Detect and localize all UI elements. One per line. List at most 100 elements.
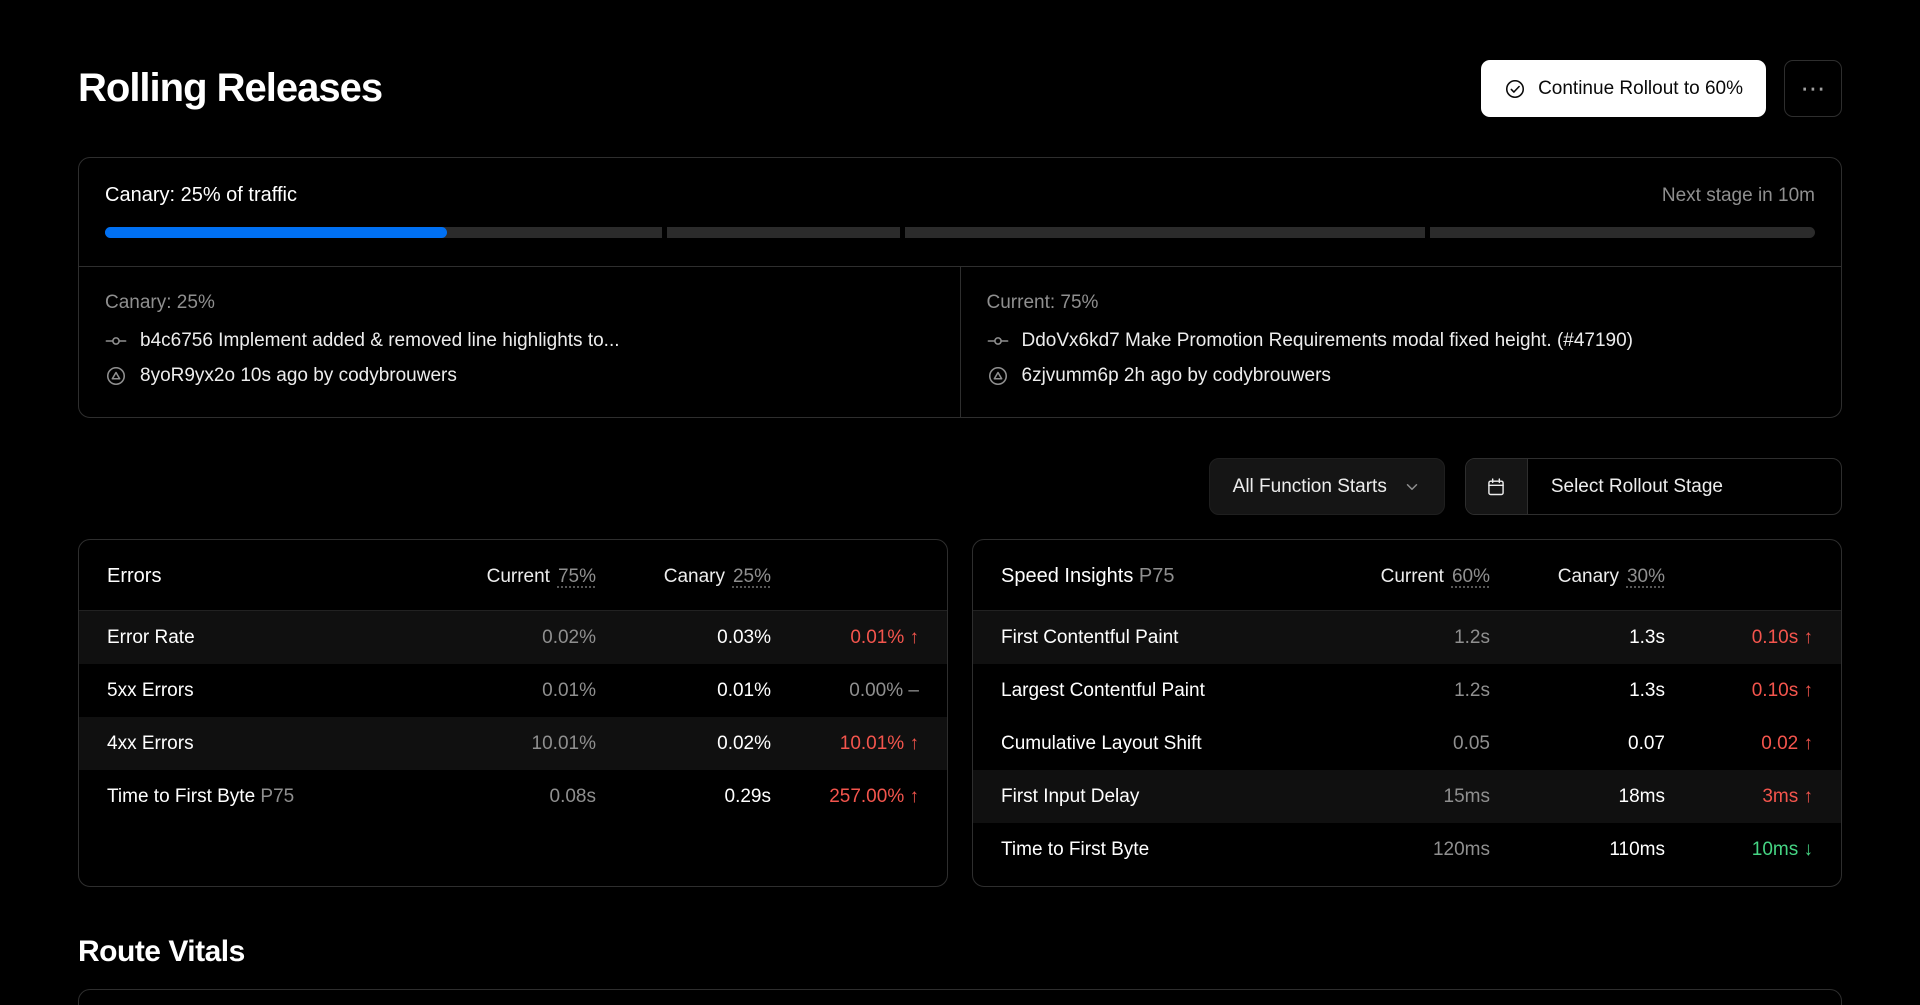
canary-value: 1.3s <box>1490 627 1665 649</box>
canary-value: 0.01% <box>596 680 771 702</box>
stage-marker <box>1425 226 1430 239</box>
table-row: First Input Delay 15ms 18ms 3ms ↑ <box>973 770 1841 823</box>
stage-marker <box>662 226 667 239</box>
delta-value: 0.01% ↑ <box>771 627 919 649</box>
current-value: 10.01% <box>446 733 596 755</box>
commit-icon <box>987 330 1009 352</box>
deployment-info: 6zjvumm6p 2h ago by codybrouwers <box>1022 365 1331 387</box>
canary-column-header[interactable]: Canary25% <box>596 566 771 588</box>
speed-insights-table: Speed Insights P75 Current60% Canary30% … <box>972 539 1842 887</box>
function-starts-label: All Function Starts <box>1233 476 1387 498</box>
next-stage-label: Next stage in 10m <box>1662 185 1815 207</box>
chevron-down-icon <box>1403 478 1421 496</box>
delta-value: 0.00% – <box>771 680 919 702</box>
table-row: Error Rate 0.02% 0.03% 0.01% ↑ <box>79 611 947 664</box>
deployment-line: 8yoR9yx2o 10s ago by codybrouwers <box>105 365 934 387</box>
table-row: Time to First Byte 120ms 110ms 10ms ↓ <box>973 823 1841 876</box>
table-row: 4xx Errors 10.01% 0.02% 10.01% ↑ <box>79 717 947 770</box>
delta-value: 10ms ↓ <box>1665 839 1813 861</box>
table-row: 5xx Errors 0.01% 0.01% 0.00% – <box>79 664 947 717</box>
canary-value: 1.3s <box>1490 680 1665 702</box>
table-row: Time to First Byte P75 0.08s 0.29s 257.0… <box>79 770 947 823</box>
canary-progress-card: Canary: 25% of traffic Next stage in 10m… <box>78 157 1842 418</box>
filter-row: All Function Starts Select Rollout Stage <box>78 458 1842 515</box>
table-title: Speed Insights P75 <box>1001 565 1340 588</box>
commit-line: DdoVx6kd7 Make Promotion Requirements mo… <box>987 330 1816 352</box>
canary-value: 0.03% <box>596 627 771 649</box>
canary-value: 0.02% <box>596 733 771 755</box>
metric-label: Error Rate <box>107 627 446 649</box>
route-search <box>78 989 1842 1005</box>
current-value: 120ms <box>1340 839 1490 861</box>
commit-message: DdoVx6kd7 Make Promotion Requirements mo… <box>1022 330 1634 352</box>
canary-value: 18ms <box>1490 786 1665 808</box>
calendar-icon <box>1466 459 1528 514</box>
delta-value: 0.02 ↑ <box>1665 733 1813 755</box>
canary-value: 110ms <box>1490 839 1665 861</box>
delta-value: 257.00% ↑ <box>771 786 919 808</box>
page-title: Rolling Releases <box>78 66 382 111</box>
canary-deployment-panel: Canary: 25% b4c6756 Implement added & re… <box>79 267 960 417</box>
canary-column-header[interactable]: Canary30% <box>1490 566 1665 588</box>
table-title: Errors <box>107 565 446 588</box>
metric-label: Cumulative Layout Shift <box>1001 733 1340 755</box>
continue-rollout-button[interactable]: Continue Rollout to 60% <box>1481 60 1766 117</box>
commit-message: b4c6756 Implement added & removed line h… <box>140 330 620 352</box>
deployment-icon <box>105 365 127 387</box>
metric-label: First Input Delay <box>1001 786 1340 808</box>
delta-value: 3ms ↑ <box>1665 786 1813 808</box>
continue-rollout-label: Continue Rollout to 60% <box>1538 78 1743 100</box>
deployment-icon <box>987 365 1009 387</box>
route-vitals-title: Route Vitals <box>78 935 1842 969</box>
rolling-releases-page: Rolling Releases Continue Rollout to 60%… <box>0 60 1920 1005</box>
canary-value: 0.29s <box>596 786 771 808</box>
current-value: 0.05 <box>1340 733 1490 755</box>
current-value: 0.02% <box>446 627 596 649</box>
current-value: 0.01% <box>446 680 596 702</box>
stage-marker <box>900 226 905 239</box>
canary-value: 0.07 <box>1490 733 1665 755</box>
check-circle-icon <box>1504 78 1526 100</box>
table-header: Errors Current75% Canary25% <box>79 540 947 611</box>
current-value: 15ms <box>1340 786 1490 808</box>
current-column-header[interactable]: Current75% <box>446 566 596 588</box>
current-value: 1.2s <box>1340 627 1490 649</box>
header-actions: Continue Rollout to 60% ⋯ <box>1481 60 1842 117</box>
rollout-stage-label: Select Rollout Stage <box>1528 459 1841 514</box>
current-column-header[interactable]: Current60% <box>1340 566 1490 588</box>
commit-icon <box>105 330 127 352</box>
errors-table: Errors Current75% Canary25% Error Rate 0… <box>78 539 948 887</box>
function-starts-dropdown[interactable]: All Function Starts <box>1209 458 1445 515</box>
current-value: 1.2s <box>1340 680 1490 702</box>
deployment-columns: Canary: 25% b4c6756 Implement added & re… <box>79 266 1841 417</box>
canary-traffic-label: Canary: 25% of traffic <box>105 184 297 207</box>
metric-label: Time to First Byte P75 <box>107 786 446 808</box>
more-button[interactable]: ⋯ <box>1784 60 1842 117</box>
metric-label: First Contentful Paint <box>1001 627 1340 649</box>
deployment-info: 8yoR9yx2o 10s ago by codybrouwers <box>140 365 457 387</box>
canary-progress-section: Canary: 25% of traffic Next stage in 10m <box>79 158 1841 266</box>
metric-label: 5xx Errors <box>107 680 446 702</box>
page-header: Rolling Releases Continue Rollout to 60%… <box>78 60 1842 117</box>
metric-tables: Errors Current75% Canary25% Error Rate 0… <box>78 539 1842 887</box>
current-value: 0.08s <box>446 786 596 808</box>
current-percent-label: Current: 75% <box>987 292 1816 314</box>
delta-value: 0.10s ↑ <box>1665 627 1813 649</box>
table-row: First Contentful Paint 1.2s 1.3s 0.10s ↑ <box>973 611 1841 664</box>
delta-value: 0.10s ↑ <box>1665 680 1813 702</box>
metric-label: Time to First Byte <box>1001 839 1340 861</box>
current-deployment-panel: Current: 75% DdoVx6kd7 Make Promotion Re… <box>960 267 1842 417</box>
table-row: Largest Contentful Paint 1.2s 1.3s 0.10s… <box>973 664 1841 717</box>
canary-percent-label: Canary: 25% <box>105 292 934 314</box>
metric-label: Largest Contentful Paint <box>1001 680 1340 702</box>
progress-fill <box>105 227 447 238</box>
table-header: Speed Insights P75 Current60% Canary30% <box>973 540 1841 611</box>
ellipsis-icon: ⋯ <box>1801 74 1826 104</box>
commit-line: b4c6756 Implement added & removed line h… <box>105 330 934 352</box>
delta-value: 10.01% ↑ <box>771 733 919 755</box>
progress-track <box>105 227 1815 238</box>
deployment-line: 6zjvumm6p 2h ago by codybrouwers <box>987 365 1816 387</box>
metric-label: 4xx Errors <box>107 733 446 755</box>
table-row: Cumulative Layout Shift 0.05 0.07 0.02 ↑ <box>973 717 1841 770</box>
rollout-stage-select[interactable]: Select Rollout Stage <box>1465 458 1842 515</box>
